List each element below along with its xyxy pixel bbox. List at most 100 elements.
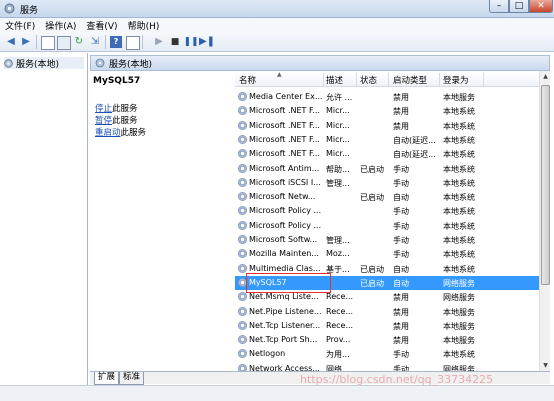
tree-item-services-local[interactable]: 服务(本地) <box>4 57 84 70</box>
help-icon[interactable]: ? <box>110 36 122 48</box>
column-header-description[interactable]: 描述 <box>326 74 343 86</box>
services-icon <box>4 58 13 68</box>
column-divider[interactable] <box>483 73 484 87</box>
cell-name: Net.Pipe Listene... <box>249 306 322 316</box>
stop-service-link[interactable]: 停止 <box>95 104 112 114</box>
console-tree-icon[interactable] <box>41 36 55 50</box>
table-row[interactable]: MySQL57 已启动 自动 网络服务 <box>235 275 539 290</box>
table-row[interactable]: Multimedia Clas... 基于... 已启动 自动 本地系统 <box>235 262 539 276</box>
scrollbar-thumb[interactable] <box>541 85 550 285</box>
cell-description: Rece... <box>326 292 354 302</box>
vertical-scrollbar[interactable]: ▲ ▼ <box>539 71 550 371</box>
properties-icon[interactable] <box>57 36 71 50</box>
table-row[interactable]: Mozilla Mainten... Moz... 手动 本地系统 <box>235 247 539 261</box>
cell-status: 已启动 <box>360 164 384 174</box>
service-gear-icon <box>238 106 247 116</box>
cell-description: 允许 ... <box>326 93 353 102</box>
cell-startup-type: 禁用 <box>393 293 409 303</box>
cell-logon-as: 网络服务 <box>443 278 475 288</box>
cell-logon-as: 本地系统 <box>443 221 475 231</box>
cell-startup-type: 自动(延迟... <box>393 135 436 145</box>
column-divider[interactable] <box>323 73 324 87</box>
column-header-logon-as[interactable]: 登录为 <box>443 74 469 86</box>
service-gear-icon <box>238 292 247 302</box>
table-row[interactable]: Microsoft Policy ... 手动 本地系统 <box>235 204 539 218</box>
menu-view[interactable]: 查看(V) <box>81 19 122 32</box>
column-header-startup-type[interactable]: 启动类型 <box>393 74 427 86</box>
cell-name: MySQL57 <box>249 277 287 287</box>
action-suffix: 此服务 <box>112 104 138 114</box>
column-divider[interactable] <box>388 73 389 87</box>
selected-service-name: MySQL57 <box>93 76 141 86</box>
table-row[interactable]: Microsoft .NET F... Micr... 禁用 本地系统 <box>235 119 539 133</box>
restart-icon[interactable]: ▶❚ <box>199 36 215 48</box>
table-row[interactable]: Microsoft .NET F... Micr... 禁用 本地系统 <box>235 104 539 118</box>
pause-icon[interactable]: ❚❚ <box>183 36 198 48</box>
service-gear-icon <box>238 349 247 359</box>
refresh-icon[interactable]: ↻ <box>73 36 85 48</box>
column-divider[interactable] <box>356 73 357 87</box>
table-row[interactable]: Netlogon 为用... 手动 本地系统 <box>235 347 539 361</box>
cell-logon-as: 本地系统 <box>443 107 475 117</box>
toolbar: ◀ ▶ ↻ ⇲ ? ▶ ■ ❚❚ ▶❚ <box>0 32 554 52</box>
column-header-name[interactable]: 名称 <box>239 74 256 86</box>
tab-standard[interactable]: 标准 <box>119 372 145 385</box>
pause-service-link[interactable]: 暂停 <box>95 116 112 126</box>
menu-file[interactable]: 文件(F) <box>0 19 40 32</box>
cell-startup-type: 手动 <box>393 236 409 245</box>
table-row[interactable]: Microsoft .NET F... Micr... 自动(延迟... 本地系统 <box>235 133 539 147</box>
service-gear-icon <box>238 92 247 101</box>
cell-logon-as: 本地服务 <box>443 321 475 331</box>
show-hide-icon[interactable] <box>126 36 140 50</box>
tab-extended[interactable]: 扩展 <box>94 372 120 385</box>
service-gear-icon <box>238 120 247 130</box>
table-header: 名称 ▲ 描述 状态 启动类型 登录为 <box>235 71 539 87</box>
pane-header: 服务(本地) <box>90 55 550 71</box>
table-row[interactable]: Microsoft iSCSI I... 管理... 手动 本地系统 <box>235 176 539 190</box>
table-row[interactable]: Net.Tcp Listener... Rece... 禁用 本地服务 <box>235 319 539 333</box>
cell-status: 已启动 <box>360 193 384 203</box>
table-row[interactable]: Microsoft Antim... 帮助... 已启动 手动 本地系统 <box>235 162 539 176</box>
cell-logon-as: 本地服务 <box>443 93 475 102</box>
action-suffix: 此服务 <box>112 116 138 126</box>
table-row[interactable]: Net.Msmq Liste... Rece... 禁用 网络服务 <box>235 290 539 304</box>
cell-logon-as: 本地系统 <box>443 150 475 160</box>
menu-help[interactable]: 帮助(H) <box>123 19 165 32</box>
services-icon <box>95 58 105 68</box>
export-icon[interactable]: ⇲ <box>89 36 101 48</box>
table-row[interactable]: Net.Pipe Listene... Rece... 禁用 本地服务 <box>235 305 539 319</box>
cell-startup-type: 手动 <box>393 350 409 360</box>
table-row[interactable]: Net.Tcp Port Sh... Prov... 禁用 本地服务 <box>235 333 539 347</box>
service-gear-icon <box>238 263 247 273</box>
column-header-status[interactable]: 状态 <box>360 74 377 86</box>
cell-logon-as: 网络服务 <box>443 293 475 303</box>
cell-startup-type: 禁用 <box>393 321 409 331</box>
cell-description: Micr... <box>326 106 350 116</box>
cell-name: Microsoft Antim... <box>249 163 320 173</box>
cell-description: Prov... <box>326 335 351 345</box>
forward-icon[interactable]: ▶ <box>20 36 32 48</box>
table-row[interactable]: Microsoft .NET F... Micr... 自动(延迟... 本地系统 <box>235 147 539 161</box>
table-row[interactable]: Microsoft Policy ... 手动 本地系统 <box>235 219 539 233</box>
cell-logon-as: 本地系统 <box>443 250 475 260</box>
toolbar-separator <box>36 35 37 49</box>
table-row[interactable]: Media Center Ex... 允许 ... 禁用 本地服务 <box>235 90 539 104</box>
start-icon[interactable]: ▶ <box>153 36 165 48</box>
column-divider[interactable] <box>439 73 440 87</box>
minimize-button[interactable]: – <box>489 0 509 13</box>
menu-action[interactable]: 操作(A) <box>40 19 81 32</box>
scroll-down-icon[interactable]: ▼ <box>540 360 551 371</box>
action-restart: 重启动此服务 <box>95 126 146 138</box>
table-row[interactable]: Microsoft Softw... 管理... 手动 本地系统 <box>235 233 539 247</box>
cell-logon-as: 本地系统 <box>443 135 475 145</box>
cell-startup-type: 手动 <box>393 207 409 217</box>
table-row[interactable]: Microsoft Netw... 已启动 自动 本地系统 <box>235 190 539 204</box>
maximize-button[interactable]: □ <box>509 0 529 13</box>
back-icon[interactable]: ◀ <box>5 36 17 48</box>
service-gear-icon <box>238 192 247 202</box>
stop-icon[interactable]: ■ <box>169 36 181 48</box>
restart-service-link[interactable]: 重启动 <box>95 128 121 138</box>
close-button[interactable]: ✕ <box>529 0 553 13</box>
scroll-up-icon[interactable]: ▲ <box>540 71 551 82</box>
cell-startup-type: 手动 <box>393 250 409 260</box>
